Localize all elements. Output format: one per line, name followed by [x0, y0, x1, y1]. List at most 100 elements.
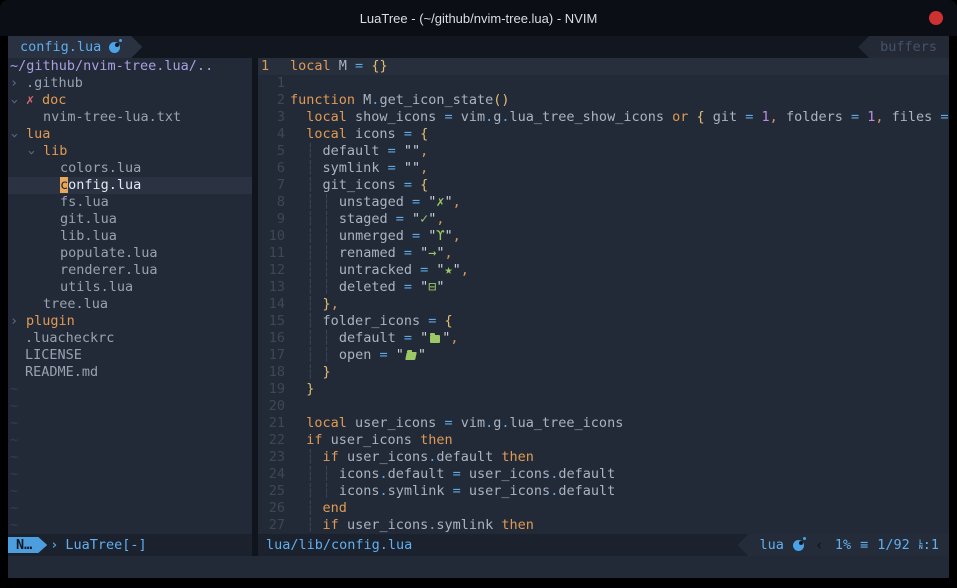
tree-item[interactable]: colors.lua: [8, 160, 252, 177]
tree-item[interactable]: README.md: [8, 364, 252, 381]
code-line[interactable]: 13 ┆ ┆ deleted = "⊟": [258, 279, 949, 296]
code-token: ": [436, 245, 444, 261]
empty-line-tilde: ~: [8, 432, 252, 449]
tree-item[interactable]: utils.lua: [8, 279, 252, 296]
tree-item[interactable]: ~/github/nvim-tree.lua/..: [8, 58, 252, 75]
code-token: [290, 279, 306, 295]
tree-item[interactable]: tree.lua: [8, 296, 252, 313]
code-token: ┆: [323, 279, 331, 295]
tree-statusline: N… › LuaTree[-]: [8, 534, 252, 556]
git-dirty-icon: ✗: [26, 92, 42, 109]
code-token: =: [388, 143, 396, 159]
tree-item[interactable]: populate.lua: [8, 245, 252, 262]
tree-item[interactable]: renderer.lua: [8, 262, 252, 279]
editor-split: ~/github/nvim-tree.lua/..›.github›✗docnv…: [8, 58, 949, 534]
tree-item[interactable]: ›lua: [8, 126, 252, 143]
tree-item[interactable]: config.lua: [8, 177, 252, 194]
code-token: [314, 177, 322, 193]
code-token: }: [323, 364, 331, 380]
code-line[interactable]: 7 ┆ git_icons = {: [258, 177, 949, 194]
tree-item[interactable]: ›lib: [8, 143, 252, 160]
code-token: =: [404, 126, 412, 142]
code-token: icons: [339, 483, 380, 499]
close-button[interactable]: [929, 11, 943, 25]
tree-item[interactable]: fs.lua: [8, 194, 252, 211]
line-number: 7: [258, 177, 285, 194]
tree-item[interactable]: LICENSE: [8, 347, 252, 364]
code-line[interactable]: 17 ┆ ┆ open = "": [258, 347, 949, 364]
tree-item-label: renderer.lua: [60, 262, 158, 278]
tree-cursor: c: [60, 177, 68, 193]
code-token: ": [445, 194, 453, 210]
code-line[interactable]: 19 }: [258, 381, 949, 398]
code-line[interactable]: 1local M = {}: [258, 58, 949, 75]
tree-item[interactable]: git.lua: [8, 211, 252, 228]
code-token: }: [323, 296, 331, 312]
code-token: [314, 517, 322, 533]
window-titlebar[interactable]: LuaTree - (~/github/nvim-tree.lua) - NVI…: [0, 0, 957, 36]
code-token: [290, 330, 306, 346]
buffers-segment[interactable]: buffers: [858, 36, 949, 58]
code-line[interactable]: 24 ┆ ┆ icons.default = user_icons.defaul…: [258, 466, 949, 483]
code-line[interactable]: 6 ┆ symlink = "",: [258, 160, 949, 177]
code-token: {: [436, 313, 452, 329]
line-number: 6: [258, 160, 285, 177]
code-token: ┆: [323, 330, 331, 346]
code-line[interactable]: 20: [258, 398, 949, 415]
code-line[interactable]: 16 ┆ ┆ default = "",: [258, 330, 949, 347]
code-line[interactable]: 12 ┆ ┆ untracked = "★",: [258, 262, 949, 279]
tree-item[interactable]: nvim-tree-lua.txt: [8, 109, 252, 126]
code-token: =: [355, 58, 363, 74]
code-line[interactable]: 22 if user_icons then: [258, 432, 949, 449]
line-number: 19: [258, 381, 285, 398]
code-line[interactable]: 25 ┆ ┆ icons.symlink = user_icons.defaul…: [258, 483, 949, 500]
code-line[interactable]: 15 ┆ folder_icons = {: [258, 313, 949, 330]
code-token: [290, 364, 306, 380]
code-line[interactable]: 2function M.get_icon_state(): [258, 92, 949, 109]
code-line[interactable]: 4 local icons = {: [258, 126, 949, 143]
code-line[interactable]: 23 ┆ if user_icons.default then: [258, 449, 949, 466]
tab-config-lua[interactable]: config.lua: [8, 36, 142, 58]
code-token: [331, 245, 339, 261]
code-token: ": [412, 279, 428, 295]
tree-item[interactable]: .luacheckrc: [8, 330, 252, 347]
code-token: ": [428, 262, 444, 278]
tree-item[interactable]: ›plugin: [8, 313, 252, 330]
tree-item[interactable]: ›.github: [8, 75, 252, 92]
code-token: =: [379, 347, 387, 363]
code-token: [290, 177, 306, 193]
code-token: =: [940, 109, 948, 125]
code-line[interactable]: 9 ┆ ┆ staged = "✓",: [258, 211, 949, 228]
code-token: [290, 415, 306, 431]
tree-item-label: .github: [26, 75, 83, 91]
code-token: =: [412, 194, 420, 210]
chevron-down-icon: ›: [10, 126, 26, 143]
code-line[interactable]: 14 ┆ },: [258, 296, 949, 313]
code-line[interactable]: 26 ┆ end: [258, 500, 949, 517]
code-token: =: [404, 177, 412, 193]
code-line[interactable]: 21 local user_icons = vim.g.lua_tree_ico…: [258, 415, 949, 432]
code-line[interactable]: 27 ┆ if user_icons.symlink then: [258, 517, 949, 534]
code-token: ┆: [323, 245, 331, 261]
command-line[interactable]: [8, 556, 949, 578]
code-token: [314, 500, 322, 516]
code-line[interactable]: 18 ┆ }: [258, 364, 949, 381]
code-line[interactable]: 8 ┆ ┆ unstaged = "✗",: [258, 194, 949, 211]
code-token: untracked: [339, 262, 420, 278]
tree-item[interactable]: lib.lua: [8, 228, 252, 245]
code-token: if: [306, 432, 322, 448]
code-line[interactable]: 1: [258, 75, 949, 92]
code-line[interactable]: 5 ┆ default = "",: [258, 143, 949, 160]
code-token: }: [306, 381, 314, 397]
code-line[interactable]: 10 ┆ ┆ unmerged = "ϒ",: [258, 228, 949, 245]
code-token: files: [884, 109, 941, 125]
tree-item[interactable]: ›✗doc: [8, 92, 252, 109]
code-line[interactable]: 11 ┆ ┆ renamed = "→",: [258, 245, 949, 262]
code-line[interactable]: 3 local show_icons = vim.g.lua_tree_show…: [258, 109, 949, 126]
code-token: [331, 211, 339, 227]
code-token: [290, 262, 306, 278]
code-token: [314, 313, 322, 329]
code-token: local: [306, 109, 347, 125]
code-token: default: [436, 449, 501, 465]
code-token: symlink: [388, 483, 453, 499]
